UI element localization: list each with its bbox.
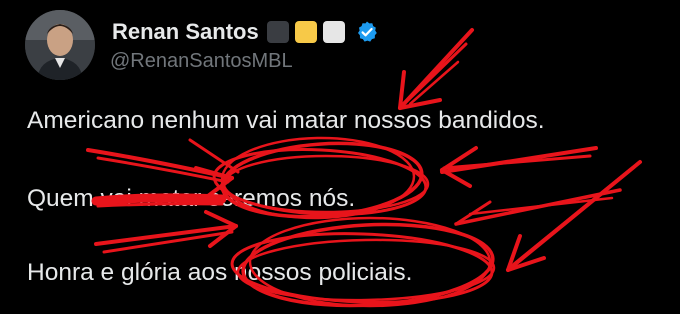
author-name-row: Renan Santos <box>112 14 379 50</box>
tweet-line-3: Honra e glória aos nossos policiais. <box>27 259 413 286</box>
verified-badge-icon[interactable] <box>355 20 379 44</box>
tweet-line-1: Americano nenhum vai matar nossos bandid… <box>27 107 545 134</box>
author-handle[interactable]: @RenanSantosMBL <box>110 50 293 73</box>
author-display-name[interactable]: Renan Santos <box>112 19 259 45</box>
tweet-card: Renan Santos @RenanSantosMBL Americano n… <box>0 0 680 314</box>
avatar[interactable] <box>25 10 95 80</box>
flag-yellow-square-icon <box>294 21 317 43</box>
tweet-line-2: Quem vai matar seremos nós. <box>27 185 356 212</box>
flag-white-square-icon <box>322 21 345 43</box>
flag-dark-square-icon <box>266 21 289 43</box>
